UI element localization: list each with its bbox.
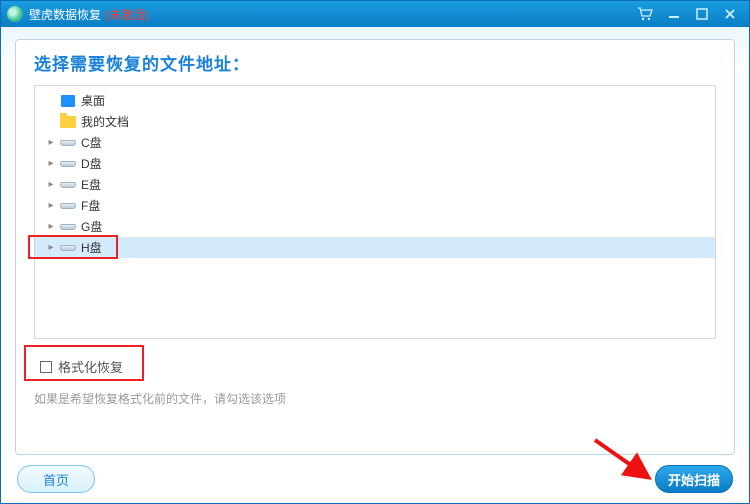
panel-heading: 选择需要恢复的文件地址： <box>34 50 716 75</box>
tree-node-0[interactable]: ▸桌面 <box>35 90 715 111</box>
start-scan-button-label: 开始扫描 <box>668 470 720 489</box>
format-restore-checkbox[interactable]: 格式化恢复 <box>34 353 144 380</box>
app-window: 壁虎数据恢复 (未激活) 选择需要恢复的文件地址： ▸桌面▸我的文档▸C盘▸D盘… <box>0 0 750 504</box>
tree-node-4[interactable]: ▸ E盘 <box>35 174 715 195</box>
tree-node-5[interactable]: ▸ F盘 <box>35 195 715 216</box>
tree-area: ▸桌面▸我的文档 ▸ C盘 ▸ D盘 ▸ E盘 ▸ F盘 ▸ G盘 ▸ H盘 <box>34 85 716 339</box>
tree-node-label: D盘 <box>81 155 102 172</box>
start-scan-button[interactable]: 开始扫描 <box>655 465 733 493</box>
tree-node-label: H盘 <box>81 239 102 256</box>
drive-icon <box>59 241 77 255</box>
drive-icon <box>59 157 77 171</box>
close-icon[interactable] <box>723 7 737 21</box>
checkbox-icon <box>40 361 52 373</box>
tree-node-label: G盘 <box>81 218 102 235</box>
drive-icon <box>59 178 77 192</box>
docs-icon <box>59 115 77 129</box>
tree-node-label: 桌面 <box>81 92 105 109</box>
format-restore-label: 格式化恢复 <box>58 357 123 376</box>
tree-node-7[interactable]: ▸ H盘 <box>35 237 715 258</box>
app-title: 壁虎数据恢复 <box>29 6 101 23</box>
tree-node-label: E盘 <box>81 176 101 193</box>
desktop-icon <box>59 94 77 108</box>
minimize-icon[interactable] <box>667 7 681 21</box>
home-button[interactable]: 首页 <box>17 465 95 493</box>
expand-icon[interactable]: ▸ <box>45 137 57 148</box>
tree-node-label: 我的文档 <box>81 113 129 130</box>
drive-icon <box>59 220 77 234</box>
expand-icon[interactable]: ▸ <box>45 242 57 253</box>
expand-icon[interactable]: ▸ <box>45 158 57 169</box>
location-tree[interactable]: ▸桌面▸我的文档 ▸ C盘 ▸ D盘 ▸ E盘 ▸ F盘 ▸ G盘 ▸ H盘 <box>34 85 716 339</box>
tree-node-label: F盘 <box>81 197 100 214</box>
tree-node-label: C盘 <box>81 134 102 151</box>
cart-icon[interactable] <box>637 7 653 21</box>
footer: 首页 开始扫描 <box>15 465 735 493</box>
tree-node-1[interactable]: ▸我的文档 <box>35 111 715 132</box>
titlebar: 壁虎数据恢复 (未激活) <box>1 1 749 27</box>
expand-icon[interactable]: ▸ <box>45 179 57 190</box>
main-panel: 选择需要恢复的文件地址： ▸桌面▸我的文档▸C盘▸D盘▸E盘▸F盘▸G盘▸H盘 … <box>15 39 735 455</box>
drive-icon <box>59 199 77 213</box>
format-restore-hint: 如果是希望恢复格式化前的文件，请勾选该选项 <box>34 390 716 407</box>
stage: 选择需要恢复的文件地址： ▸桌面▸我的文档▸C盘▸D盘▸E盘▸F盘▸G盘▸H盘 … <box>1 27 749 503</box>
maximize-icon[interactable] <box>695 7 709 21</box>
tree-node-3[interactable]: ▸ D盘 <box>35 153 715 174</box>
options-area: 格式化恢复 如果是希望恢复格式化前的文件，请勾选该选项 <box>34 353 716 407</box>
tree-node-2[interactable]: ▸ C盘 <box>35 132 715 153</box>
drive-icon <box>59 136 77 150</box>
app-logo-icon <box>7 6 23 22</box>
activation-status: (未激活) <box>105 6 149 23</box>
expand-icon[interactable]: ▸ <box>45 221 57 232</box>
tree-node-6[interactable]: ▸ G盘 <box>35 216 715 237</box>
titlebar-controls <box>637 7 743 21</box>
home-button-label: 首页 <box>43 470 69 489</box>
expand-icon[interactable]: ▸ <box>45 200 57 211</box>
